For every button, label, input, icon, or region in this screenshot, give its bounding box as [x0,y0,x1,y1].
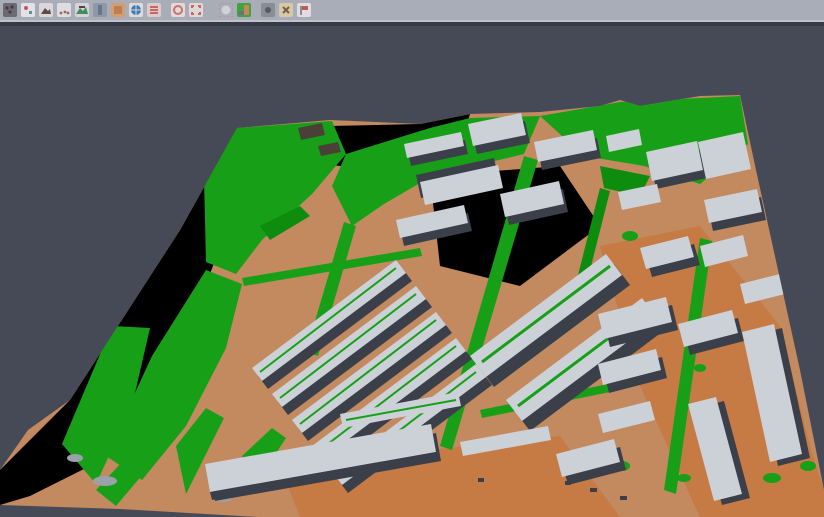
sphere-clip-icon[interactable] [218,2,234,18]
globe-icon[interactable] [128,2,144,18]
point-cloud-render [0,26,824,517]
profile-icon[interactable] [92,2,108,18]
dem-icon[interactable] [74,2,90,18]
toolbar [0,0,824,22]
classification-icon[interactable] [236,2,252,18]
fit-extents-icon[interactable] [188,2,204,18]
point-cloud-icon[interactable] [2,2,18,18]
terrain-mesh-icon[interactable] [38,2,54,18]
pick-point-icon[interactable] [20,2,36,18]
application-window [0,0,824,517]
scatter-points-icon[interactable] [56,2,72,18]
3d-viewport[interactable] [0,26,824,517]
camera-icon[interactable] [260,2,276,18]
raster-icon[interactable] [110,2,126,18]
circle-target-icon[interactable] [170,2,186,18]
layers-icon[interactable] [146,2,162,18]
clear-marks-icon[interactable] [278,2,294,18]
flag-icon[interactable] [296,2,312,18]
